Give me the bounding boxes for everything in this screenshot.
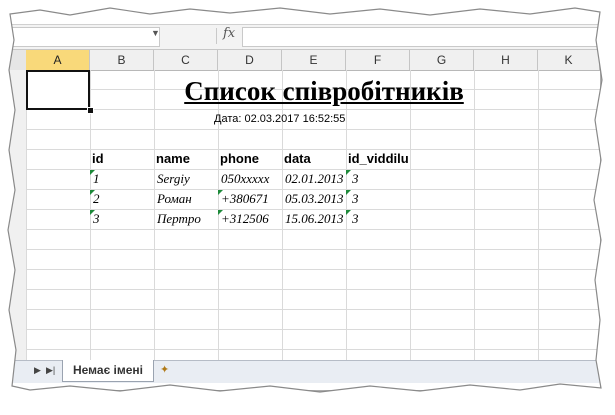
column-header-f[interactable]: F (346, 50, 410, 70)
column-header-d[interactable]: D (218, 50, 282, 70)
error-indicator[interactable] (346, 170, 351, 175)
column-header-h[interactable]: H (474, 50, 538, 70)
cell-name[interactable]: Пертро (157, 211, 217, 227)
column-header-bar: A B C D E F G H K (8, 50, 600, 71)
formula-bar: ▼ fx (8, 24, 600, 50)
header-id-viddilu: id_viddilu (348, 151, 409, 166)
column-header-b[interactable]: B (90, 50, 154, 70)
header-id: id (92, 151, 104, 166)
header-phone: phone (220, 151, 259, 166)
cell-phone[interactable]: +380671 (221, 191, 282, 207)
cell-id-viddilu[interactable]: 3 (352, 171, 372, 187)
name-box[interactable] (8, 27, 160, 47)
insert-sheet-icon[interactable]: ✦ (160, 363, 176, 377)
formula-divider (216, 28, 217, 44)
column-header-k[interactable]: K (538, 50, 600, 70)
header-data: data (284, 151, 311, 166)
cell-id-viddilu[interactable]: 3 (352, 211, 372, 227)
sheet-title: Список співробітників (184, 76, 464, 106)
cell-phone[interactable]: +312506 (221, 211, 282, 227)
row-header-bar[interactable] (8, 70, 27, 370)
cell-phone[interactable]: 050xxxxx (221, 171, 282, 187)
screenshot-frame: ▼ fx A B C D E F G H K Список співробітн… (0, 0, 615, 415)
cell-name[interactable]: Роман (157, 191, 217, 207)
error-indicator[interactable] (346, 190, 351, 195)
cell-id-viddilu[interactable]: 3 (352, 191, 372, 207)
cell-id[interactable]: 2 (93, 191, 153, 207)
cell-id[interactable]: 1 (93, 171, 153, 187)
cell-id[interactable]: 3 (93, 211, 153, 227)
fill-handle[interactable] (87, 107, 94, 114)
selected-cell-a1[interactable] (26, 70, 90, 110)
sheet-tabs-bar: ▶ ▶| Немає імені ✦ (8, 360, 600, 383)
error-indicator[interactable] (346, 210, 351, 215)
tab-scroll-first-icon[interactable]: ▶ (34, 365, 41, 376)
header-name: name (156, 151, 190, 166)
name-box-dropdown-icon[interactable]: ▼ (151, 28, 160, 38)
tab-scroll-last-icon[interactable]: ▶| (46, 365, 55, 376)
formula-input[interactable] (242, 27, 600, 47)
column-header-g[interactable]: G (410, 50, 474, 70)
spreadsheet-window: ▼ fx A B C D E F G H K Список співробітн… (8, 10, 600, 390)
report-date: Дата: 02.03.2017 16:52:55 (214, 113, 346, 125)
insert-function-icon[interactable]: fx (223, 26, 235, 41)
column-header-a[interactable]: A (26, 50, 90, 70)
sheet-tab-active[interactable]: Немає імені (62, 360, 155, 382)
select-all-corner[interactable] (8, 50, 27, 70)
cell-name[interactable]: Sergiy (157, 171, 217, 187)
column-header-e[interactable]: E (282, 50, 346, 70)
column-header-c[interactable]: C (154, 50, 218, 70)
